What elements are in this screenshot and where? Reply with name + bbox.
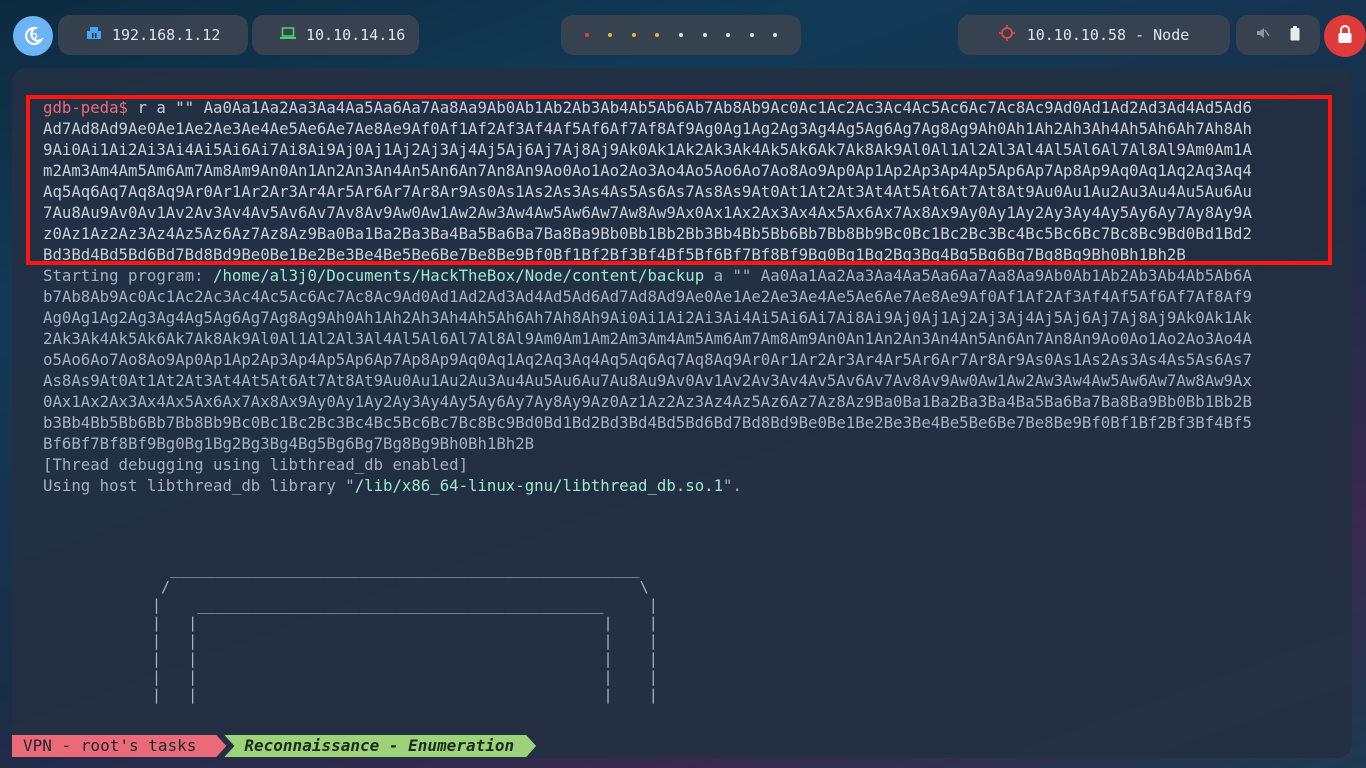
vpn-ip-text: 192.168.1.12 xyxy=(112,26,221,44)
volume-muted-icon[interactable] xyxy=(1256,26,1270,44)
vpn-ip-widget[interactable]: 192.168.1.12 xyxy=(58,15,248,55)
workspace-dot-1[interactable] xyxy=(584,33,589,37)
workspace-dot-8[interactable] xyxy=(749,33,754,37)
program-wrap-line: b3Bb4Bb5Bb6Bb7Bb8Bb9Bc0Bc1Bc2Bc3Bc4Bc5Bc… xyxy=(43,413,1252,432)
tun-ip-widget[interactable]: 10.10.14.16 xyxy=(252,15,419,55)
tmux-session-label[interactable]: VPN - root's tasks xyxy=(12,735,226,757)
workspace-dot-4[interactable] xyxy=(655,33,660,37)
tmux-window-label[interactable]: Reconnaissance - Enumeration xyxy=(224,735,536,757)
lock-button[interactable] xyxy=(1324,15,1366,57)
ascii-art: ________________________________________… xyxy=(152,560,658,704)
tun-ip-text: 10.10.14.16 xyxy=(306,26,406,44)
program-wrap-line: Ag0Ag1Ag2Ag3Ag4Ag5Ag6Ag7Ag8Ag9Ah0Ah1Ah2A… xyxy=(43,308,1252,327)
laptop-icon xyxy=(280,26,296,44)
battery-icon[interactable] xyxy=(1290,25,1300,45)
distro-logo-icon[interactable] xyxy=(13,16,53,56)
thread-debug-line: [Thread debugging using libthread_db ena… xyxy=(43,455,469,474)
program-wrap-line: Bf6Bf7Bf8Bf9Bg0Bg1Bg2Bg3Bg4Bg5Bg6Bg7Bg8B… xyxy=(43,434,535,453)
workspace-switcher[interactable] xyxy=(561,15,801,55)
terminal-window[interactable]: gdb-peda$ r a "" Aa0Aa1Aa2Aa3Aa4Aa5Aa6Aa… xyxy=(12,68,1352,758)
workspace-dot-2[interactable] xyxy=(608,33,613,37)
tmux-status-bar: VPN - root's tasks Reconnaissance - Enum… xyxy=(12,735,536,757)
starting-program-line: Starting program: /home/al3j0/Documents/… xyxy=(43,265,1333,286)
program-path: /home/al3j0/Documents/HackTheBox/Node/co… xyxy=(213,266,705,285)
program-wrap-line: b7Ab8Ab9Ac0Ac1Ac2Ac3Ac4Ac5Ac6Ac7Ac8Ac9Ad… xyxy=(43,287,1252,306)
target-widget[interactable]: 10.10.10.58 - Node xyxy=(958,15,1230,55)
workspace-dot-6[interactable] xyxy=(702,33,707,37)
program-wrap-line: 2Ak3Ak4Ak5Ak6Ak7Ak8Ak9Al0Al1Al2Al3Al4Al5… xyxy=(43,329,1252,348)
system-tray[interactable] xyxy=(1236,15,1320,55)
program-wrap-line: As8As9At0At1At2At3At4At5At6At7At8At9Au0A… xyxy=(43,371,1252,390)
libthread-line: Using host libthread_db library "/lib/x8… xyxy=(43,475,1333,496)
libthread-suffix: ". xyxy=(723,476,742,495)
target-text: 10.10.10.58 - Node xyxy=(1026,26,1190,44)
highlight-box xyxy=(26,95,1332,265)
lock-icon xyxy=(1337,24,1353,48)
program-wrap-line: o5Ao6Ao7Ao8Ao9Ap0Ap1Ap2Ap3Ap4Ap5Ap6Ap7Ap… xyxy=(43,350,1252,369)
libthread-prefix: Using host libthread_db library " xyxy=(43,476,355,495)
crosshair-icon xyxy=(998,25,1015,45)
program-wrap-line: 0Ax1Ax2Ax3Ax4Ax5Ax6Ax7Ax8Ax9Ay0Ay1Ay2Ay3… xyxy=(43,392,1252,411)
libthread-path: /lib/x86_64-linux-gnu/libthread_db.so.1 xyxy=(354,476,724,495)
workspace-dot-5[interactable] xyxy=(678,33,683,37)
network-icon xyxy=(86,26,102,44)
starting-label: Starting program: xyxy=(43,266,214,285)
workspace-dot-9[interactable] xyxy=(773,33,778,37)
workspace-dot-3[interactable] xyxy=(631,33,636,37)
starting-args: a "" Aa0Aa1Aa2Aa3Aa4Aa5Aa6Aa7Aa8Aa9Ab0Ab… xyxy=(704,266,1252,285)
workspace-dot-7[interactable] xyxy=(726,33,731,37)
